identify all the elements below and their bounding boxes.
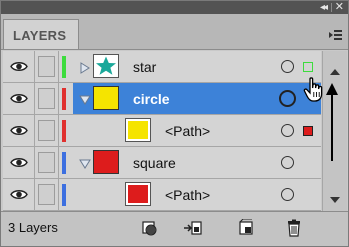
layer-color-indicator xyxy=(62,56,66,78)
layer-row-main[interactable]: star xyxy=(73,51,321,82)
annotation-arrow-icon xyxy=(325,83,339,161)
selection-indicator-icon[interactable] xyxy=(303,62,313,72)
layer-name[interactable]: square xyxy=(133,155,176,171)
target-circle-icon[interactable] xyxy=(279,90,296,107)
eye-icon xyxy=(10,189,28,200)
layer-row-star[interactable]: star xyxy=(3,51,321,83)
create-new-layer-icon[interactable] xyxy=(237,219,255,237)
lock-toggle[interactable] xyxy=(35,83,59,114)
eye-icon xyxy=(10,125,28,136)
layer-row-main[interactable]: <Path> xyxy=(73,179,321,210)
create-sublayer-icon[interactable] xyxy=(183,219,202,237)
tab-layers-label: LAYERS xyxy=(13,28,67,43)
layer-row-main[interactable]: <Path> xyxy=(73,115,321,146)
panel-footer: 3 Layers xyxy=(1,211,348,246)
layers-panel: ◂◂ ✕ LAYERS star circle <Path> square <P… xyxy=(0,0,349,247)
hand-cursor-icon xyxy=(303,77,325,103)
target-circle-icon[interactable] xyxy=(281,188,294,201)
visibility-toggle[interactable] xyxy=(3,147,35,178)
lock-toggle[interactable] xyxy=(35,115,59,146)
layer-thumbnail xyxy=(125,182,151,206)
layer-name[interactable]: <Path> xyxy=(165,123,210,139)
scroll-down-arrow-icon[interactable] xyxy=(330,197,340,203)
visibility-toggle[interactable] xyxy=(3,83,35,114)
lock-toggle[interactable] xyxy=(35,147,59,178)
layer-row-main[interactable]: square xyxy=(73,147,321,178)
target-circle-icon[interactable] xyxy=(281,60,294,73)
delete-layer-icon[interactable] xyxy=(285,219,303,237)
eye-icon xyxy=(10,157,28,168)
tab-layers[interactable]: LAYERS xyxy=(3,19,79,49)
close-panel-icon[interactable]: ✕ xyxy=(335,1,344,14)
eye-icon xyxy=(10,93,28,104)
sublayer-row-path[interactable]: <Path> xyxy=(3,115,321,147)
visibility-toggle[interactable] xyxy=(3,179,35,210)
layer-row-main[interactable]: circle xyxy=(73,83,321,114)
selection-indicator-icon[interactable] xyxy=(303,126,313,136)
visibility-toggle[interactable] xyxy=(3,115,35,146)
layer-count: 3 Layers xyxy=(8,220,58,235)
layer-color-indicator xyxy=(62,184,66,206)
layer-row-square[interactable]: square xyxy=(3,147,321,179)
layer-name[interactable]: star xyxy=(133,59,156,75)
visibility-toggle[interactable] xyxy=(3,51,35,82)
collapse-triangle-icon[interactable] xyxy=(79,93,91,105)
panel-tab-row: LAYERS xyxy=(1,14,348,50)
make-clipping-mask-icon[interactable] xyxy=(141,219,159,237)
eye-icon xyxy=(10,61,28,72)
panel-title-bar: ◂◂ ✕ xyxy=(1,1,348,14)
layer-thumbnail xyxy=(125,118,151,142)
lock-toggle[interactable] xyxy=(35,51,59,82)
layer-name[interactable]: <Path> xyxy=(165,187,210,203)
collapse-triangle-icon[interactable] xyxy=(79,157,91,169)
layer-color-indicator xyxy=(62,120,66,142)
layer-row-circle[interactable]: circle xyxy=(3,83,321,115)
lock-toggle[interactable] xyxy=(35,179,59,210)
layer-thumbnail xyxy=(93,150,119,174)
target-circle-icon[interactable] xyxy=(281,124,294,137)
scroll-up-arrow-icon[interactable] xyxy=(330,69,340,75)
title-bar-separator xyxy=(331,3,332,12)
sublayer-row-path[interactable]: <Path> xyxy=(3,179,321,211)
expand-triangle-icon[interactable] xyxy=(79,61,91,74)
panel-menu-icon[interactable] xyxy=(329,30,342,40)
layer-thumbnail xyxy=(93,86,119,110)
layer-thumbnail xyxy=(93,54,119,78)
collapse-panel-icon[interactable]: ◂◂ xyxy=(320,2,328,13)
target-circle-icon[interactable] xyxy=(281,156,294,169)
layer-name[interactable]: circle xyxy=(133,91,170,107)
layer-color-indicator xyxy=(62,88,66,110)
layer-color-indicator xyxy=(62,152,66,174)
layers-list: star circle <Path> square <Path> xyxy=(3,51,321,211)
